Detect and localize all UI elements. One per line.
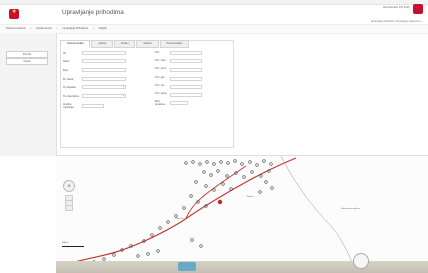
- user-name[interactable]: Administrator KIS Kotor: [383, 6, 410, 9]
- field-label: Pov. gar.:: [155, 76, 166, 79]
- boundary-line: [280, 156, 357, 273]
- breadcrumb-item[interactable]: Početna stranica: [6, 27, 25, 30]
- field-label: Pov.:: [155, 51, 161, 54]
- field-label: Pov. posl.:: [155, 67, 167, 70]
- field-label: Tip vlasništva:: [63, 95, 80, 98]
- compass-icon[interactable]: [353, 253, 369, 269]
- garage-area-field[interactable]: [170, 77, 202, 81]
- breadcrumb-item[interactable]: Opcija servisi: [36, 27, 51, 30]
- top-strip: [0, 0, 428, 5]
- road-main: [56, 157, 297, 269]
- field-label: Broj:: [63, 69, 69, 72]
- object-type-select[interactable]: [82, 85, 126, 89]
- tab-adresa[interactable]: Adresa: [91, 40, 114, 48]
- layer-thumbnail-icon[interactable]: [178, 262, 196, 271]
- number-field[interactable]: [82, 68, 126, 72]
- pan-down-button[interactable]: [65, 205, 73, 211]
- residential-area-field[interactable]: [170, 59, 202, 63]
- sidebar: Pretraži Objekti: [0, 33, 57, 156]
- map-view[interactable]: Parcela Katastarska opština Objekat: [56, 156, 428, 273]
- field-label: Pov. ukup.:: [155, 92, 168, 95]
- field-label: Broj spratova:: [155, 100, 166, 106]
- breadcrumb-separator: ›: [92, 27, 94, 30]
- search-button[interactable]: Pretraži: [6, 51, 48, 58]
- top-nav[interactable]: Upravljanje prihodima | Upravljanje skup…: [371, 20, 424, 23]
- user-icon[interactable]: [413, 4, 423, 14]
- name-field[interactable]: [82, 59, 126, 63]
- year-field[interactable]: [82, 104, 104, 108]
- breadcrumb: Početna stranica › Opcija servisi › Upra…: [0, 24, 428, 34]
- tab-osnovni-podaci[interactable]: Osnovni podaci: [60, 40, 91, 48]
- selected-object-marker[interactable]: [217, 199, 223, 205]
- total-area-field[interactable]: [170, 93, 202, 97]
- field-label: Tip objekta:: [63, 86, 77, 89]
- map-label: Objekat: [246, 196, 254, 198]
- zoom-control[interactable]: ⊕: [63, 180, 75, 192]
- field-label: Pov. stan.:: [155, 59, 168, 62]
- other-area-field[interactable]: [170, 85, 202, 89]
- field-label: ID:: [63, 52, 67, 55]
- imagery-strip: [56, 261, 428, 273]
- tab-poreski-podaci[interactable]: Poreski podaci: [159, 40, 190, 48]
- breadcrumb-item[interactable]: Upravljanje Prihodima: [63, 27, 88, 30]
- scale-label: 200 m: [62, 242, 69, 244]
- area-field[interactable]: [170, 51, 202, 55]
- entrance-field[interactable]: [82, 77, 126, 81]
- map-label: Parcela: [176, 218, 184, 220]
- breadcrumb-separator: ›: [30, 27, 32, 30]
- floors-field[interactable]: [170, 101, 188, 105]
- chevron-down-icon: ▾: [123, 94, 125, 97]
- field-label: Godina izgradnje:: [63, 103, 75, 109]
- logo-star-icon: ★: [11, 9, 17, 15]
- tab-vlasnici[interactable]: Vlasnici: [136, 40, 159, 48]
- map-label: Katastarska opština: [341, 208, 361, 210]
- objects-button[interactable]: Objekti: [6, 58, 48, 65]
- tab-podaci[interactable]: Podaci: [114, 40, 136, 48]
- field-label: Naziv:: [63, 60, 71, 63]
- map-canvas: [56, 156, 357, 273]
- business-area-field[interactable]: [170, 68, 202, 72]
- page-title: Upravljanje prihodima: [62, 9, 124, 16]
- breadcrumb-item[interactable]: Objekti: [99, 27, 107, 30]
- tab-bar: Osnovni podaci Adresa Podaci Vlasnici Po…: [60, 40, 190, 48]
- chevron-down-icon: ▾: [123, 85, 125, 88]
- id-field[interactable]: [82, 51, 126, 55]
- breadcrumb-separator: ›: [56, 27, 58, 30]
- field-label: Br. ulaza:: [63, 78, 74, 81]
- field-label: Pov. ost.:: [155, 84, 166, 87]
- ownership-type-select[interactable]: [82, 94, 126, 98]
- scale-bar: [62, 246, 84, 247]
